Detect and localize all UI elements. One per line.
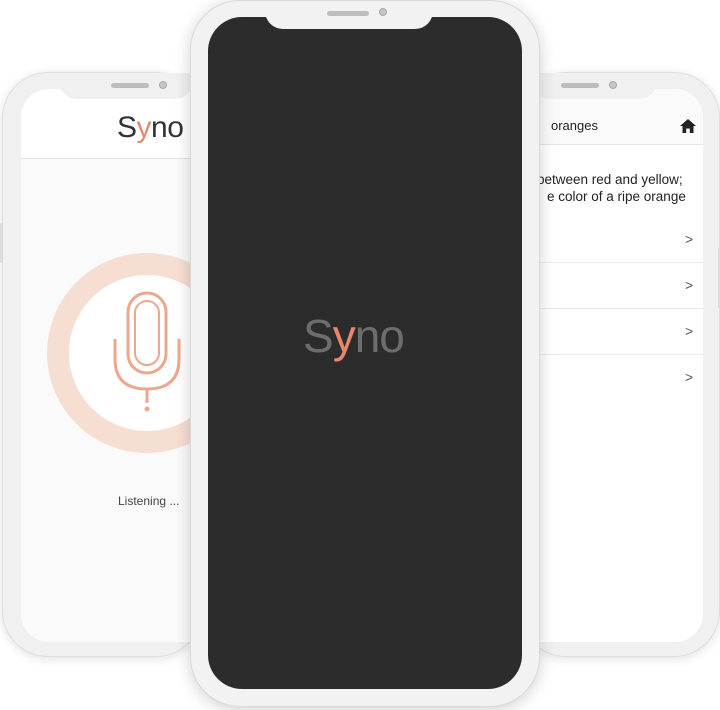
chevron-right-icon: >	[685, 323, 694, 339]
home-icon[interactable]	[680, 119, 696, 133]
page-title: oranges	[551, 118, 598, 133]
splash-logo: Syno	[303, 310, 405, 362]
phone-right: oranges between red and yellow; e color …	[520, 72, 720, 657]
list-item[interactable]: >	[521, 217, 703, 263]
mic-button[interactable]	[47, 253, 203, 453]
chevron-right-icon: >	[685, 231, 694, 247]
front-camera	[159, 81, 167, 89]
notch	[531, 73, 657, 99]
definition-screen: oranges between red and yellow; e color …	[521, 89, 703, 642]
notch	[59, 73, 193, 99]
list-item[interactable]: >	[521, 309, 703, 355]
speaker-grille	[327, 11, 369, 16]
voice-screen: Syno Listening ...	[21, 89, 203, 642]
definition-text: between red and yellow;	[537, 172, 683, 187]
chevron-right-icon: >	[685, 369, 694, 385]
front-camera	[379, 8, 387, 16]
side-button	[0, 223, 3, 263]
speaker-grille	[561, 83, 599, 88]
chevron-right-icon: >	[685, 277, 694, 293]
app-header: Syno	[21, 89, 203, 159]
list-item[interactable]: >	[521, 263, 703, 309]
microphone-icon	[113, 291, 181, 412]
status-text: Listening ...	[118, 494, 180, 508]
definition-text-line2: e color of a ripe orange	[547, 189, 686, 204]
speaker-grille	[111, 83, 149, 88]
list-item[interactable]: >	[521, 355, 703, 401]
phone-center: Syno	[190, 0, 540, 707]
app-logo: Syno	[117, 111, 184, 144]
phone-left: Syno Listening ...	[0, 72, 203, 657]
notch	[265, 1, 433, 29]
front-camera	[609, 81, 617, 89]
splash-screen: Syno	[208, 17, 522, 689]
